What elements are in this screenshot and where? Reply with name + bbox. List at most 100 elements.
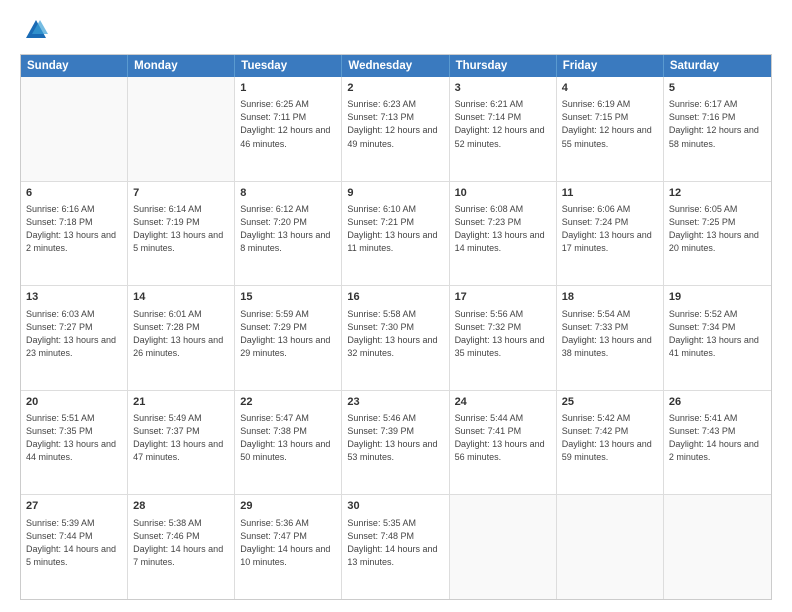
- day-number: 18: [562, 290, 658, 305]
- day-number: 30: [347, 499, 443, 514]
- day-number: 11: [562, 186, 658, 201]
- day-content: Sunrise: 6:25 AM Sunset: 7:11 PM Dayligh…: [240, 98, 336, 150]
- day-number: 8: [240, 186, 336, 201]
- calendar-cell: 8 Sunrise: 6:12 AM Sunset: 7:20 PM Daylig…: [235, 182, 342, 286]
- calendar-cell: 3 Sunrise: 6:21 AM Sunset: 7:14 PM Daylig…: [450, 77, 557, 181]
- calendar-cell: 22 Sunrise: 5:47 AM Sunset: 7:38 PM Dayli…: [235, 391, 342, 495]
- calendar-cell: 25 Sunrise: 5:42 AM Sunset: 7:42 PM Dayli…: [557, 391, 664, 495]
- day-content: Sunrise: 6:03 AM Sunset: 7:27 PM Dayligh…: [26, 308, 122, 360]
- calendar-cell: 24 Sunrise: 5:44 AM Sunset: 7:41 PM Dayli…: [450, 391, 557, 495]
- calendar-row-3: 20 Sunrise: 5:51 AM Sunset: 7:35 PM Dayli…: [21, 391, 771, 496]
- day-number: 12: [669, 186, 766, 201]
- day-number: 23: [347, 395, 443, 410]
- day-content: Sunrise: 6:06 AM Sunset: 7:24 PM Dayligh…: [562, 203, 658, 255]
- day-number: 3: [455, 81, 551, 96]
- calendar-cell: 26 Sunrise: 5:41 AM Sunset: 7:43 PM Dayli…: [664, 391, 771, 495]
- calendar: SundayMondayTuesdayWednesdayThursdayFrid…: [20, 54, 772, 600]
- day-content: Sunrise: 6:14 AM Sunset: 7:19 PM Dayligh…: [133, 203, 229, 255]
- calendar-cell: 13 Sunrise: 6:03 AM Sunset: 7:27 PM Dayli…: [21, 286, 128, 390]
- day-content: Sunrise: 6:10 AM Sunset: 7:21 PM Dayligh…: [347, 203, 443, 255]
- day-content: Sunrise: 6:21 AM Sunset: 7:14 PM Dayligh…: [455, 98, 551, 150]
- calendar-cell: [450, 495, 557, 599]
- header-day-thursday: Thursday: [450, 55, 557, 77]
- calendar-cell: [664, 495, 771, 599]
- day-content: Sunrise: 5:56 AM Sunset: 7:32 PM Dayligh…: [455, 308, 551, 360]
- day-number: 15: [240, 290, 336, 305]
- calendar-cell: 17 Sunrise: 5:56 AM Sunset: 7:32 PM Dayli…: [450, 286, 557, 390]
- day-content: Sunrise: 6:23 AM Sunset: 7:13 PM Dayligh…: [347, 98, 443, 150]
- calendar-cell: 10 Sunrise: 6:08 AM Sunset: 7:23 PM Dayli…: [450, 182, 557, 286]
- day-content: Sunrise: 5:46 AM Sunset: 7:39 PM Dayligh…: [347, 412, 443, 464]
- calendar-cell: 28Sunrise: 5:38 AM Sunset: 7:46 PM Dayli…: [128, 495, 235, 599]
- day-content: Sunrise: 5:58 AM Sunset: 7:30 PM Dayligh…: [347, 308, 443, 360]
- day-number: 1: [240, 81, 336, 96]
- day-content: Sunrise: 6:08 AM Sunset: 7:23 PM Dayligh…: [455, 203, 551, 255]
- day-content: Sunrise: 5:49 AM Sunset: 7:37 PM Dayligh…: [133, 412, 229, 464]
- header-day-monday: Monday: [128, 55, 235, 77]
- day-content: Sunrise: 6:16 AM Sunset: 7:18 PM Dayligh…: [26, 203, 122, 255]
- day-number: 6: [26, 186, 122, 201]
- day-content: Sunrise: 6:05 AM Sunset: 7:25 PM Dayligh…: [669, 203, 766, 255]
- day-number: 22: [240, 395, 336, 410]
- calendar-cell: 18Sunrise: 5:54 AM Sunset: 7:33 PM Dayli…: [557, 286, 664, 390]
- day-number: 4: [562, 81, 658, 96]
- day-content: Sunrise: 6:17 AM Sunset: 7:16 PM Dayligh…: [669, 98, 766, 150]
- day-number: 16: [347, 290, 443, 305]
- header-day-sunday: Sunday: [21, 55, 128, 77]
- calendar-cell: 23 Sunrise: 5:46 AM Sunset: 7:39 PM Dayli…: [342, 391, 449, 495]
- day-content: Sunrise: 5:36 AM Sunset: 7:47 PM Dayligh…: [240, 517, 336, 569]
- day-content: Sunrise: 5:39 AM Sunset: 7:44 PM Dayligh…: [26, 517, 122, 569]
- logo: [20, 16, 50, 44]
- header-day-tuesday: Tuesday: [235, 55, 342, 77]
- day-number: 14: [133, 290, 229, 305]
- header-day-saturday: Saturday: [664, 55, 771, 77]
- calendar-cell: 15 Sunrise: 5:59 AM Sunset: 7:29 PM Dayli…: [235, 286, 342, 390]
- day-content: Sunrise: 5:59 AM Sunset: 7:29 PM Dayligh…: [240, 308, 336, 360]
- day-content: Sunrise: 5:42 AM Sunset: 7:42 PM Dayligh…: [562, 412, 658, 464]
- day-number: 13: [26, 290, 122, 305]
- day-content: Sunrise: 5:52 AM Sunset: 7:34 PM Dayligh…: [669, 308, 766, 360]
- calendar-cell: 1 Sunrise: 6:25 AM Sunset: 7:11 PM Daylig…: [235, 77, 342, 181]
- calendar-cell: 16 Sunrise: 5:58 AM Sunset: 7:30 PM Dayli…: [342, 286, 449, 390]
- day-content: Sunrise: 5:41 AM Sunset: 7:43 PM Dayligh…: [669, 412, 766, 464]
- calendar-cell: [21, 77, 128, 181]
- day-number: 27: [26, 499, 122, 514]
- calendar-cell: 9 Sunrise: 6:10 AM Sunset: 7:21 PM Daylig…: [342, 182, 449, 286]
- day-number: 25: [562, 395, 658, 410]
- day-content: Sunrise: 5:51 AM Sunset: 7:35 PM Dayligh…: [26, 412, 122, 464]
- day-number: 2: [347, 81, 443, 96]
- day-number: 21: [133, 395, 229, 410]
- day-number: 17: [455, 290, 551, 305]
- day-number: 7: [133, 186, 229, 201]
- day-content: Sunrise: 6:01 AM Sunset: 7:28 PM Dayligh…: [133, 308, 229, 360]
- day-content: Sunrise: 5:38 AM Sunset: 7:46 PM Dayligh…: [133, 517, 229, 569]
- day-number: 5: [669, 81, 766, 96]
- calendar-cell: 21 Sunrise: 5:49 AM Sunset: 7:37 PM Dayli…: [128, 391, 235, 495]
- calendar-cell: [557, 495, 664, 599]
- day-number: 20: [26, 395, 122, 410]
- header-day-friday: Friday: [557, 55, 664, 77]
- calendar-row-2: 13 Sunrise: 6:03 AM Sunset: 7:27 PM Dayli…: [21, 286, 771, 391]
- day-number: 10: [455, 186, 551, 201]
- day-content: Sunrise: 5:44 AM Sunset: 7:41 PM Dayligh…: [455, 412, 551, 464]
- day-content: Sunrise: 6:12 AM Sunset: 7:20 PM Dayligh…: [240, 203, 336, 255]
- day-number: 26: [669, 395, 766, 410]
- day-number: 29: [240, 499, 336, 514]
- day-number: 24: [455, 395, 551, 410]
- header-day-wednesday: Wednesday: [342, 55, 449, 77]
- calendar-cell: 12 Sunrise: 6:05 AM Sunset: 7:25 PM Dayli…: [664, 182, 771, 286]
- calendar-body: 1 Sunrise: 6:25 AM Sunset: 7:11 PM Daylig…: [21, 77, 771, 599]
- calendar-cell: 29 Sunrise: 5:36 AM Sunset: 7:47 PM Dayli…: [235, 495, 342, 599]
- day-content: Sunrise: 5:35 AM Sunset: 7:48 PM Dayligh…: [347, 517, 443, 569]
- day-content: Sunrise: 5:47 AM Sunset: 7:38 PM Dayligh…: [240, 412, 336, 464]
- calendar-row-1: 6 Sunrise: 6:16 AM Sunset: 7:18 PM Daylig…: [21, 182, 771, 287]
- calendar-cell: 20 Sunrise: 5:51 AM Sunset: 7:35 PM Dayli…: [21, 391, 128, 495]
- calendar-cell: 4Sunrise: 6:19 AM Sunset: 7:15 PM Daylig…: [557, 77, 664, 181]
- calendar-cell: 14 Sunrise: 6:01 AM Sunset: 7:28 PM Dayli…: [128, 286, 235, 390]
- calendar-cell: 27 Sunrise: 5:39 AM Sunset: 7:44 PM Dayli…: [21, 495, 128, 599]
- calendar-cell: 19Sunrise: 5:52 AM Sunset: 7:34 PM Dayli…: [664, 286, 771, 390]
- day-number: 9: [347, 186, 443, 201]
- calendar-cell: 2 Sunrise: 6:23 AM Sunset: 7:13 PM Daylig…: [342, 77, 449, 181]
- calendar-cell: 30 Sunrise: 5:35 AM Sunset: 7:48 PM Dayli…: [342, 495, 449, 599]
- calendar-row-4: 27 Sunrise: 5:39 AM Sunset: 7:44 PM Dayli…: [21, 495, 771, 599]
